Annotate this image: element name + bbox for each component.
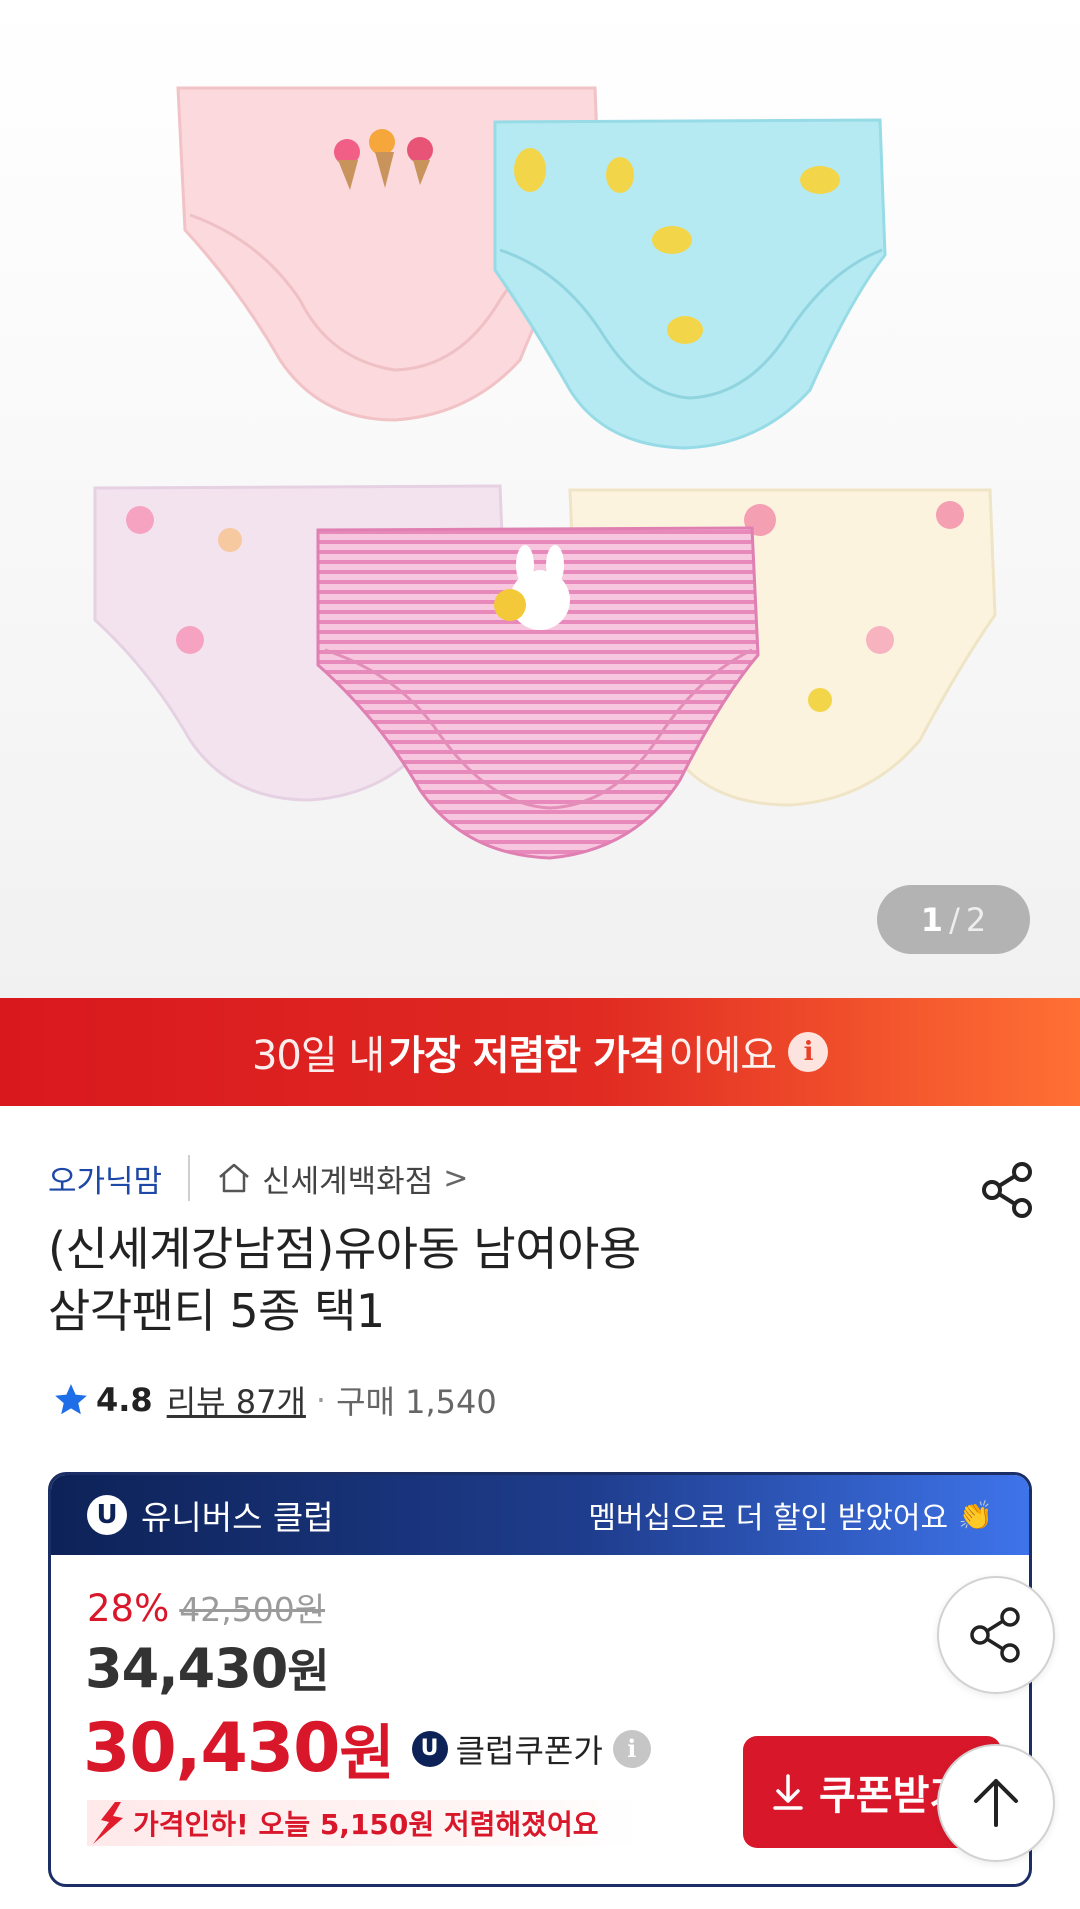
- banner-prefix: 30일 내: [251, 1033, 385, 1079]
- info-icon[interactable]: i: [788, 1032, 829, 1072]
- price-drop-text: 가격인하! 오늘 5,150원 저렴해졌어요: [133, 1808, 599, 1841]
- sale-price: 34,430원: [85, 1635, 330, 1701]
- discount-rate: 28%: [87, 1587, 170, 1630]
- coupon-price-row: 30,430 원 U 클럽쿠폰가 i: [83, 1705, 651, 1792]
- share-button[interactable]: [978, 1160, 1038, 1220]
- price-drop-arrow-icon: [93, 1802, 123, 1844]
- coupon-price-amount: 30,430: [83, 1709, 340, 1788]
- download-icon: [773, 1774, 803, 1810]
- store-name: 신세계백화점: [262, 1163, 434, 1200]
- star-icon: [55, 1384, 87, 1415]
- club-message: 멤버십으로 더 할인 받았어요 👏: [588, 1493, 993, 1537]
- discount-row: 28% 42,500원: [87, 1583, 325, 1631]
- universe-club-badge: U: [87, 1495, 127, 1535]
- lowest-price-banner[interactable]: 30일 내 가장 저렴한 가격 이에요 i: [0, 998, 1080, 1106]
- image-page-indicator: 1 / 2: [877, 885, 1030, 954]
- product-image-gallery[interactable]: 1 / 2: [0, 0, 1080, 998]
- share-icon: [982, 1162, 1032, 1218]
- image-current-index: 1: [920, 900, 944, 939]
- arrow-up-icon: [974, 1779, 1018, 1827]
- club-price-card: U 유니버스 클럽 멤버십으로 더 할인 받았어요 👏 28% 42,500원 …: [48, 1472, 1032, 1887]
- club-name: 유니버스 클럽: [141, 1498, 334, 1537]
- banner-highlight: 가장 저렴한 가격: [388, 1033, 665, 1079]
- brand-link[interactable]: 오가닉맘: [48, 1156, 162, 1201]
- scroll-to-top-button[interactable]: [937, 1744, 1055, 1862]
- image-index-separator: /: [949, 900, 960, 939]
- review-link[interactable]: 리뷰 87개: [167, 1377, 306, 1423]
- coupon-price-unit: 원: [339, 1719, 394, 1789]
- floating-share-button[interactable]: [937, 1576, 1055, 1694]
- rating-row: 4.8 리뷰 87개 · 구매 1,540: [52, 1378, 497, 1422]
- club-coupon-text: 클럽쿠폰가: [455, 1731, 603, 1770]
- product-image: [93, 86, 997, 860]
- share-icon: [970, 1607, 1020, 1663]
- club-header[interactable]: U 유니버스 클럽 멤버십으로 더 할인 받았어요 👏: [51, 1475, 1029, 1555]
- original-price: 42,500원: [179, 1590, 326, 1629]
- sale-price-unit: 원: [287, 1644, 329, 1698]
- banner-suffix: 이에요: [668, 1033, 777, 1079]
- club-message-text: 멤버십으로 더 할인 받았어요: [588, 1501, 949, 1536]
- rating-score: 4.8: [96, 1381, 153, 1419]
- product-title: (신세계강남점)유아동 남여아용 삼각팬티 5종 택1: [48, 1218, 848, 1342]
- home-icon: [219, 1163, 249, 1193]
- store-link[interactable]: 신세계백화점 >: [216, 1156, 468, 1201]
- separator-dot: ·: [315, 1381, 327, 1419]
- universe-club-mini-badge: U: [411, 1730, 448, 1767]
- club-coupon-label: U 클럽쿠폰가: [411, 1726, 603, 1772]
- chevron-right-icon: >: [443, 1160, 469, 1196]
- seller-divider: [188, 1155, 191, 1201]
- seller-row: 오가닉맘 신세계백화점 >: [48, 1150, 468, 1206]
- coupon-info-icon[interactable]: i: [612, 1729, 651, 1768]
- clap-icon: 👏: [958, 1498, 993, 1532]
- product-title-line2: 삼각팬티 5종 택1: [48, 1284, 385, 1338]
- sale-price-amount: 34,430: [85, 1637, 288, 1700]
- image-total-count: 2: [965, 900, 987, 939]
- product-title-line1: (신세계강남점)유아동 남여아용: [48, 1222, 641, 1276]
- purchase-count: 구매 1,540: [336, 1383, 497, 1421]
- price-drop-notice: 가격인하! 오늘 5,150원 저렴해졌어요: [87, 1800, 639, 1846]
